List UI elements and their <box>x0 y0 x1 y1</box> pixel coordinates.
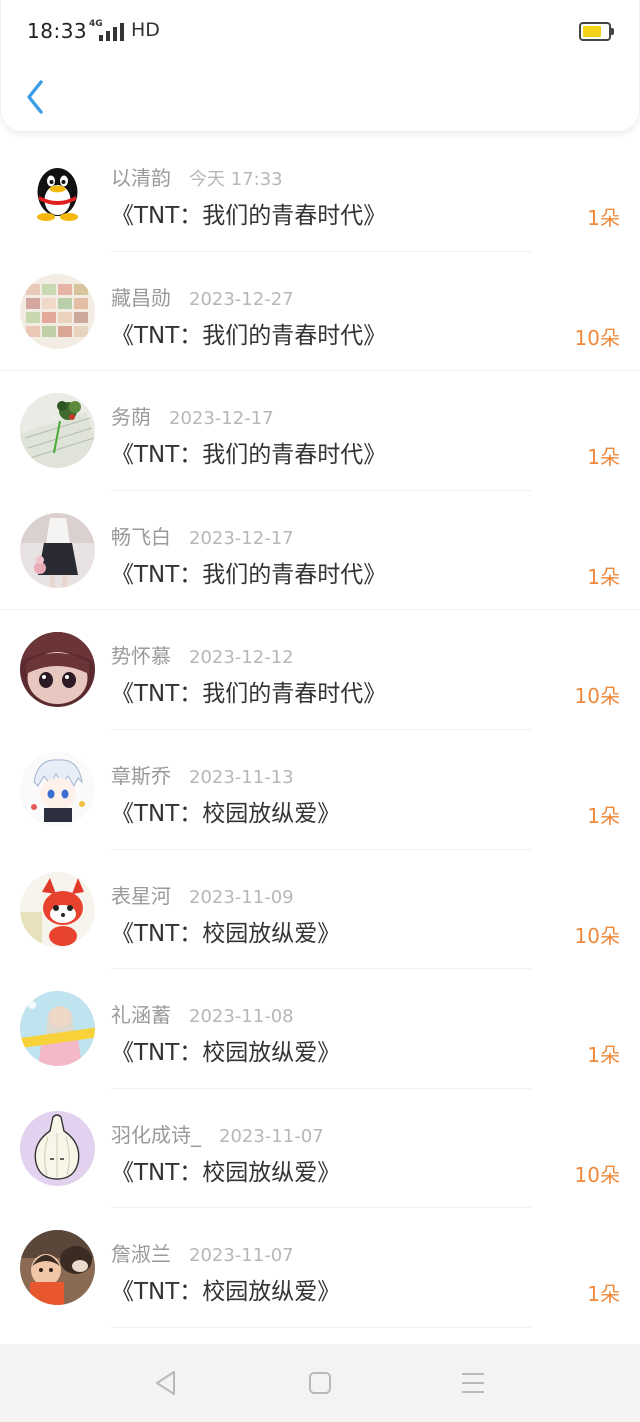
hd-label: HD <box>131 19 160 41</box>
page: 18:33 4G HD 以清韵 今天 17:33 《TNT：我们的青春时代》 1… <box>0 0 640 1422</box>
avatar[interactable] <box>20 273 95 349</box>
avatar[interactable] <box>20 154 95 229</box>
triangle-back-icon <box>156 1371 175 1395</box>
gift-date: 2023-12-17 <box>189 527 294 549</box>
flower-count: 1朵 <box>587 445 620 470</box>
flower-count: 10朵 <box>574 1162 620 1187</box>
chevron-left-icon <box>27 80 43 114</box>
system-nav-bar <box>0 1344 640 1422</box>
gift-date: 2023-11-13 <box>189 766 294 788</box>
system-menu-button[interactable] <box>458 1368 488 1398</box>
gift-date: 2023-11-07 <box>189 1245 294 1267</box>
user-name: 表星河 <box>111 883 171 908</box>
avatar[interactable] <box>20 512 95 588</box>
avatar[interactable] <box>20 871 95 947</box>
gift-date: 2023-11-09 <box>189 886 294 908</box>
book-title: 《TNT：校园放纵爱》 <box>111 920 341 947</box>
book-title: 《TNT：我们的青春时代》 <box>111 442 387 469</box>
gift-record-list: 以清韵 今天 17:33 《TNT：我们的青春时代》 1朵 藏昌勋 2023-1… <box>0 132 640 1328</box>
book-title: 《TNT：校园放纵爱》 <box>111 1159 341 1186</box>
user-name: 藏昌勋 <box>111 285 171 310</box>
avatar[interactable] <box>20 991 95 1067</box>
meta-line: 务荫 2023-12-17 <box>111 401 274 430</box>
list-item[interactable]: 羽化成诗_ 2023-11-07 《TNT：校园放纵爱》 10朵 <box>0 1089 640 1209</box>
book-title: 《TNT：校园放纵爱》 <box>111 1279 341 1306</box>
hamburger-menu-icon <box>462 1373 484 1393</box>
meta-line: 詹淑兰 2023-11-07 <box>111 1238 294 1267</box>
flower-count: 10朵 <box>574 325 620 350</box>
status-bar: 18:33 4G HD <box>1 0 640 64</box>
gift-date: 2023-12-27 <box>189 288 294 310</box>
list-item[interactable]: 詹淑兰 2023-11-07 《TNT：校园放纵爱》 1朵 <box>0 1208 640 1328</box>
flower-count: 1朵 <box>587 803 620 828</box>
user-name: 以清韵 <box>111 166 171 190</box>
status-time: 18:33 <box>27 19 88 43</box>
back-button[interactable] <box>19 76 53 118</box>
book-title: 《TNT：我们的青春时代》 <box>111 681 387 708</box>
meta-line: 藏昌勋 2023-12-27 <box>111 282 294 311</box>
gift-date: 今天 17:33 <box>189 169 283 190</box>
list-item[interactable]: 以清韵 今天 17:33 《TNT：我们的青春时代》 1朵 <box>0 132 640 252</box>
avatar[interactable] <box>20 751 95 827</box>
avatar[interactable] <box>20 1230 95 1306</box>
gift-date: 2023-12-12 <box>189 647 294 669</box>
avatar[interactable] <box>20 393 95 469</box>
book-title: 《TNT：我们的青春时代》 <box>111 322 387 349</box>
battery-level <box>583 26 601 37</box>
user-name: 礼涵蓄 <box>111 1003 171 1028</box>
meta-line: 畅飞白 2023-12-17 <box>111 521 294 550</box>
header: 18:33 4G HD <box>0 0 640 132</box>
battery-icon <box>579 22 614 41</box>
meta-line: 表星河 2023-11-09 <box>111 880 294 909</box>
gift-date: 2023-11-08 <box>189 1006 294 1028</box>
book-title: 《TNT：校园放纵爱》 <box>111 1040 341 1067</box>
flower-count: 1朵 <box>587 1043 620 1068</box>
flower-count: 10朵 <box>574 923 620 948</box>
flower-count: 1朵 <box>587 206 620 230</box>
flower-count: 1朵 <box>587 564 620 589</box>
list-item[interactable]: 礼涵蓄 2023-11-08 《TNT：校园放纵爱》 1朵 <box>0 969 640 1089</box>
book-title: 《TNT：我们的青春时代》 <box>111 561 387 588</box>
user-name: 务荫 <box>111 405 151 430</box>
gift-date: 2023-12-17 <box>169 408 274 430</box>
list-item[interactable]: 务荫 2023-12-17 《TNT：我们的青春时代》 1朵 <box>0 371 640 491</box>
list-item[interactable]: 表星河 2023-11-09 《TNT：校园放纵爱》 10朵 <box>0 850 640 970</box>
list-item[interactable]: 章斯乔 2023-11-13 《TNT：校园放纵爱》 1朵 <box>0 730 640 850</box>
meta-line: 章斯乔 2023-11-13 <box>111 760 294 789</box>
user-name: 詹淑兰 <box>111 1242 171 1267</box>
avatar[interactable] <box>20 632 95 708</box>
meta-line: 以清韵 今天 17:33 <box>111 162 283 191</box>
avatar[interactable] <box>20 1110 95 1186</box>
book-title: 《TNT：我们的青春时代》 <box>111 203 387 229</box>
list-item[interactable]: 藏昌勋 2023-12-27 《TNT：我们的青春时代》 10朵 <box>0 252 640 372</box>
meta-line: 羽化成诗_ 2023-11-07 <box>111 1119 324 1148</box>
divider <box>111 1326 531 1328</box>
meta-line: 势怀慕 2023-12-12 <box>111 640 294 669</box>
meta-line: 礼涵蓄 2023-11-08 <box>111 999 294 1028</box>
user-name: 羽化成诗_ <box>111 1122 201 1147</box>
list-item[interactable]: 势怀慕 2023-12-12 《TNT：我们的青春时代》 10朵 <box>0 610 640 730</box>
book-title: 《TNT：校园放纵爱》 <box>111 800 341 827</box>
list-item[interactable]: 畅飞白 2023-12-17 《TNT：我们的青春时代》 1朵 <box>0 491 640 611</box>
flower-count: 10朵 <box>574 684 620 709</box>
square-home-icon <box>309 1372 331 1394</box>
system-back-button[interactable] <box>151 1368 181 1398</box>
flower-count: 1朵 <box>587 1282 620 1307</box>
user-name: 章斯乔 <box>111 763 171 788</box>
gift-date: 2023-11-07 <box>219 1125 324 1147</box>
user-name: 势怀慕 <box>111 644 171 669</box>
signal-bars-icon <box>99 23 127 41</box>
user-name: 畅飞白 <box>111 524 171 549</box>
system-home-button[interactable] <box>305 1368 335 1398</box>
